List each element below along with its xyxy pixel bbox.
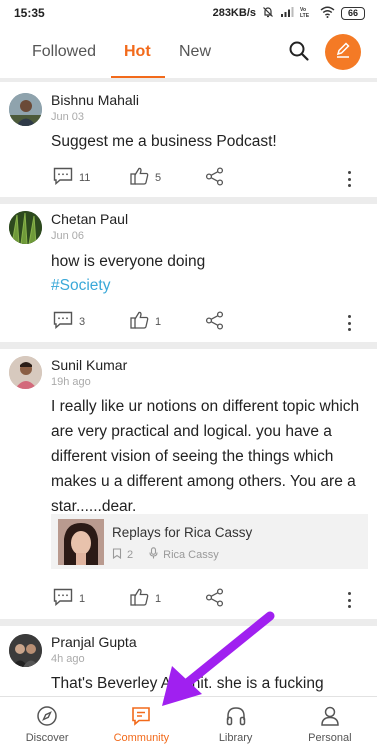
- nav-personal[interactable]: Personal: [283, 697, 377, 752]
- like-count: 1: [155, 315, 162, 328]
- thumbs-up-icon: [130, 311, 149, 332]
- post-card[interactable]: Bishnu Mahali Jun 03 Suggest me a busine…: [0, 82, 377, 197]
- status-icons: 283KB/s Vo LTE 66: [213, 6, 365, 21]
- replay-title[interactable]: Replays for Rica Cassy: [112, 525, 252, 540]
- post-time: 4h ago: [51, 653, 85, 665]
- replay-count: 2: [127, 548, 134, 561]
- comment-button[interactable]: 1: [53, 588, 85, 609]
- hashtag-link[interactable]: #Society: [51, 273, 363, 298]
- post-actions: 1 1: [0, 588, 377, 612]
- post-actions: 11 5: [0, 167, 377, 191]
- comment-count: 11: [79, 171, 91, 184]
- edit-icon: [334, 41, 352, 64]
- wifi-icon: [320, 6, 335, 21]
- avatar[interactable]: [9, 634, 42, 667]
- author-name[interactable]: Bishnu Mahali: [51, 92, 139, 108]
- post-feed[interactable]: Bishnu Mahali Jun 03 Suggest me a busine…: [0, 78, 377, 696]
- share-button[interactable]: [205, 588, 224, 610]
- nav-discover[interactable]: Discover: [0, 697, 94, 752]
- more-options-icon[interactable]: [344, 590, 354, 610]
- share-icon: [205, 311, 224, 333]
- share-button[interactable]: [205, 167, 224, 189]
- author-name[interactable]: Sunil Kumar: [51, 357, 127, 373]
- tab-followed[interactable]: Followed: [32, 26, 96, 78]
- like-button[interactable]: 1: [130, 588, 161, 609]
- post-actions: 3 1: [0, 311, 377, 335]
- comment-button[interactable]: 11: [53, 167, 90, 188]
- nav-library-label: Library: [218, 732, 253, 744]
- more-options-icon[interactable]: [344, 169, 354, 189]
- share-button[interactable]: [205, 311, 224, 333]
- tab-hot[interactable]: Hot: [111, 26, 165, 78]
- compass-icon: [36, 705, 58, 727]
- volte-icon: Vo LTE: [300, 6, 314, 21]
- network-speed: 283KB/s: [212, 7, 256, 19]
- search-icon[interactable]: [288, 40, 310, 62]
- comment-icon: [53, 167, 73, 188]
- top-bar: Followed Hot New: [0, 26, 377, 78]
- replay-meta: 2 Rica Cassy: [112, 547, 219, 562]
- replay-thumbnail: [58, 519, 104, 565]
- post-text[interactable]: I really like ur notions on different to…: [51, 394, 363, 519]
- share-icon: [205, 588, 224, 610]
- comment-icon: [53, 311, 73, 332]
- avatar[interactable]: [9, 211, 42, 244]
- nav-community-label: Community: [113, 732, 170, 744]
- mute-bell-icon: [262, 6, 274, 21]
- comment-count: 1: [79, 592, 86, 605]
- like-button[interactable]: 5: [130, 167, 161, 188]
- like-button[interactable]: 1: [130, 311, 161, 332]
- headphones-icon: [225, 705, 247, 727]
- nav-discover-label: Discover: [25, 732, 69, 744]
- status-bar: 15:35 283KB/s Vo LTE 66: [0, 0, 377, 26]
- comment-count: 3: [79, 315, 86, 328]
- share-icon: [205, 167, 224, 189]
- avatar[interactable]: [9, 356, 42, 389]
- more-options-icon[interactable]: [344, 313, 354, 333]
- nav-community[interactable]: Community: [94, 697, 188, 752]
- svg-text:LTE: LTE: [300, 13, 310, 18]
- bookmark-icon: [112, 547, 122, 562]
- post-time: 19h ago: [51, 376, 91, 388]
- post-card[interactable]: Sunil Kumar 19h ago I really like ur not…: [0, 349, 377, 619]
- post-text[interactable]: how is everyone doing: [51, 249, 363, 274]
- post-text[interactable]: That's Beverley Al... nit. she is a fuck…: [51, 671, 363, 696]
- chat-icon: [130, 705, 152, 727]
- nav-personal-label: Personal: [308, 732, 352, 744]
- post-time: Jun 03: [51, 111, 85, 123]
- comment-icon: [53, 588, 73, 609]
- thumbs-up-icon: [130, 167, 149, 188]
- post-time: Jun 06: [51, 230, 85, 242]
- comment-button[interactable]: 3: [53, 311, 85, 332]
- bottom-navigation: Discover Community Library Personal: [0, 696, 377, 752]
- avatar[interactable]: [9, 93, 42, 126]
- post-card[interactable]: Chetan Paul Jun 06 how is everyone doing…: [0, 204, 377, 342]
- status-time: 15:35: [14, 6, 45, 20]
- replay-host[interactable]: Rica Cassy: [163, 549, 219, 561]
- author-name[interactable]: Chetan Paul: [51, 211, 128, 227]
- like-count: 5: [155, 171, 162, 184]
- replay-card[interactable]: Replays for Rica Cassy 2 Rica Cassy: [51, 514, 368, 569]
- post-text[interactable]: Suggest me a business Podcast!: [51, 129, 363, 154]
- nav-library[interactable]: Library: [189, 697, 283, 752]
- signal-icon: [280, 6, 294, 21]
- author-name[interactable]: Pranjal Gupta: [51, 634, 137, 650]
- thumbs-up-icon: [130, 588, 149, 609]
- like-count: 1: [155, 592, 162, 605]
- battery-icon: 66: [341, 6, 365, 20]
- tab-new[interactable]: New: [179, 26, 211, 78]
- microphone-icon: [149, 547, 158, 562]
- compose-button[interactable]: [325, 34, 361, 70]
- post-card[interactable]: Pranjal Gupta 4h ago That's Beverley Al.…: [0, 626, 377, 696]
- person-icon: [319, 705, 341, 727]
